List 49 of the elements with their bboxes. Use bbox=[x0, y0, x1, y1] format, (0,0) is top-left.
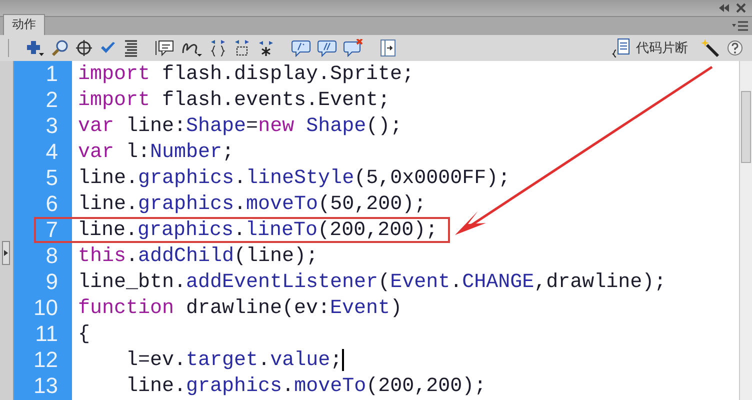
code-line: this.addChild(line); bbox=[78, 244, 318, 268]
block-comment-icon[interactable] bbox=[291, 39, 311, 57]
code-line: line_btn.addEventListener(Event.CHANGE,drawline); bbox=[78, 270, 666, 294]
line-number: 7 bbox=[46, 217, 58, 243]
help-icon[interactable] bbox=[726, 39, 744, 57]
line-number: 12 bbox=[34, 347, 58, 373]
code-line: line.graphics.moveTo(200,200); bbox=[125, 374, 486, 398]
line-number: 6 bbox=[46, 191, 58, 217]
expand-asterisk-icon[interactable] bbox=[257, 39, 275, 57]
code-line: import flash.events.Event; bbox=[78, 88, 390, 112]
text-cursor bbox=[342, 349, 344, 371]
code-line: { bbox=[78, 322, 90, 346]
code-line: function drawline(ev:Event) bbox=[78, 296, 402, 320]
expand-braces-icon[interactable] bbox=[209, 39, 227, 57]
line-number: 4 bbox=[46, 139, 58, 165]
crosshair-icon[interactable] bbox=[75, 39, 93, 57]
collapse-handle-icon[interactable] bbox=[2, 241, 10, 265]
line-number: 13 bbox=[34, 373, 58, 399]
panel-tab[interactable]: 动作 bbox=[3, 14, 45, 35]
magic-wand-icon[interactable] bbox=[700, 38, 720, 58]
align-lines-icon[interactable] bbox=[123, 39, 139, 57]
expand-box-icon[interactable] bbox=[233, 39, 251, 57]
line-number: 5 bbox=[46, 165, 58, 191]
code-snippet-icon[interactable] bbox=[612, 38, 630, 58]
code-line: l=ev.target.value; bbox=[125, 348, 342, 372]
code-line: var line:Shape=new Shape(); bbox=[78, 114, 402, 138]
search-icon[interactable] bbox=[51, 39, 69, 57]
collapse-icon[interactable] bbox=[718, 3, 730, 13]
line-number: 10 bbox=[34, 295, 58, 321]
line-number: 9 bbox=[46, 269, 58, 295]
add-icon[interactable] bbox=[25, 39, 45, 57]
line-number: 11 bbox=[35, 321, 58, 347]
code-line: var l:Number; bbox=[78, 140, 234, 164]
remove-comment-icon[interactable] bbox=[343, 39, 363, 57]
line-number: 1 bbox=[46, 61, 58, 87]
panel-toggle-icon[interactable] bbox=[379, 39, 397, 57]
panel-menu-icon[interactable] bbox=[732, 21, 748, 31]
close-icon[interactable] bbox=[736, 3, 746, 13]
code-snippets-button[interactable]: 代码片断 bbox=[636, 39, 688, 57]
line-comment-icon[interactable] bbox=[317, 39, 337, 57]
line-number: 2 bbox=[46, 87, 58, 113]
line-number: 8 bbox=[46, 243, 58, 269]
line-number: 3 bbox=[46, 113, 58, 139]
code-line: import flash.display.Sprite; bbox=[78, 62, 414, 86]
code-line: line.graphics.moveTo(50,200); bbox=[78, 192, 426, 216]
speech-bubble-icon[interactable] bbox=[155, 39, 175, 57]
code-line: line.graphics.lineStyle(5,0x0000FF); bbox=[78, 166, 510, 190]
code-line: line.graphics.lineTo(200,200); bbox=[78, 218, 438, 242]
scrollbar-thumb[interactable] bbox=[741, 91, 751, 163]
